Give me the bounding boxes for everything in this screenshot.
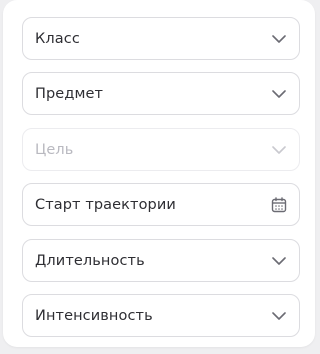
start-date-field[interactable]: Старт траектории [22,183,300,226]
duration-select[interactable]: Длительность [22,239,300,282]
goal-select: Цель [22,128,300,171]
goal-select-label: Цель [35,141,74,158]
class-select[interactable]: Класс [22,17,300,60]
duration-select-label: Длительность [35,252,145,269]
intensity-select[interactable]: Интенсивность [22,294,300,337]
chevron-down-icon [271,142,287,158]
start-date-label: Старт траектории [35,196,176,213]
form-card: Класс Предмет Цель Старт траектории Длит… [3,0,315,347]
class-select-label: Класс [35,30,80,47]
subject-select-label: Предмет [35,85,104,102]
chevron-down-icon [271,308,287,324]
chevron-down-icon [271,86,287,102]
calendar-icon[interactable] [271,196,287,213]
subject-select[interactable]: Предмет [22,72,300,115]
chevron-down-icon [271,31,287,47]
chevron-down-icon [271,253,287,269]
intensity-select-label: Интенсивность [35,307,153,324]
